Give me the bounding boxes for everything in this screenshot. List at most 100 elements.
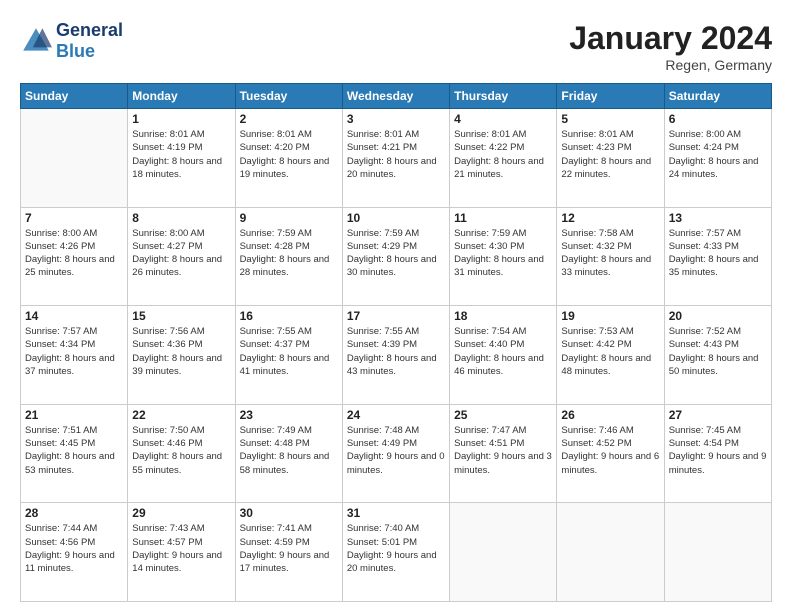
table-row: 18 Sunrise: 7:54 AM Sunset: 4:40 PM Dayli… <box>450 306 557 405</box>
logo-text: General Blue <box>56 20 123 62</box>
cell-sun-info: Sunrise: 7:57 AM Sunset: 4:34 PM Dayligh… <box>25 325 123 378</box>
calendar-week-row: 14Sunrise: 7:57 AM Sunset: 4:34 PM Dayli… <box>21 306 772 405</box>
table-row: 19 Sunrise: 7:53 AM Sunset: 4:42 PM Dayli… <box>557 306 664 405</box>
table-row: 20 Sunrise: 7:52 AM Sunset: 4:43 PM Dayli… <box>664 306 771 405</box>
table-row: 9 Sunrise: 7:59 AM Sunset: 4:28 PM Daylig… <box>235 207 342 306</box>
day-number: 23 <box>240 408 338 422</box>
col-thursday: Thursday <box>450 84 557 109</box>
cell-sun-info: Sunrise: 8:01 AM Sunset: 4:20 PM Dayligh… <box>240 128 338 181</box>
table-row <box>450 503 557 602</box>
page: General Blue January 2024 Regen, Germany… <box>0 0 792 612</box>
cell-sun-info: Sunrise: 7:49 AM Sunset: 4:48 PM Dayligh… <box>240 424 338 477</box>
cell-sun-info: Sunrise: 8:00 AM Sunset: 4:27 PM Dayligh… <box>132 227 230 280</box>
cell-sun-info: Sunrise: 7:54 AM Sunset: 4:40 PM Dayligh… <box>454 325 552 378</box>
cell-sun-info: Sunrise: 7:59 AM Sunset: 4:29 PM Dayligh… <box>347 227 445 280</box>
table-row: 24 Sunrise: 7:48 AM Sunset: 4:49 PM Dayli… <box>342 404 449 503</box>
day-number: 28 <box>25 506 123 520</box>
location: Regen, Germany <box>569 57 772 73</box>
table-row: 17 Sunrise: 7:55 AM Sunset: 4:39 PM Dayli… <box>342 306 449 405</box>
col-saturday: Saturday <box>664 84 771 109</box>
cell-sun-info: Sunrise: 7:47 AM Sunset: 4:51 PM Dayligh… <box>454 424 552 477</box>
day-number: 8 <box>132 211 230 225</box>
calendar-table: Sunday Monday Tuesday Wednesday Thursday… <box>20 83 772 602</box>
cell-sun-info: Sunrise: 8:01 AM Sunset: 4:23 PM Dayligh… <box>561 128 659 181</box>
table-row: 14Sunrise: 7:57 AM Sunset: 4:34 PM Dayli… <box>21 306 128 405</box>
table-row: 25 Sunrise: 7:47 AM Sunset: 4:51 PM Dayli… <box>450 404 557 503</box>
table-row: 10 Sunrise: 7:59 AM Sunset: 4:29 PM Dayli… <box>342 207 449 306</box>
day-number: 10 <box>347 211 445 225</box>
day-number: 22 <box>132 408 230 422</box>
cell-sun-info: Sunrise: 7:52 AM Sunset: 4:43 PM Dayligh… <box>669 325 767 378</box>
day-number: 15 <box>132 309 230 323</box>
cell-sun-info: Sunrise: 7:58 AM Sunset: 4:32 PM Dayligh… <box>561 227 659 280</box>
day-number: 16 <box>240 309 338 323</box>
day-number: 19 <box>561 309 659 323</box>
header: General Blue January 2024 Regen, Germany <box>20 20 772 73</box>
cell-sun-info: Sunrise: 7:59 AM Sunset: 4:28 PM Dayligh… <box>240 227 338 280</box>
cell-sun-info: Sunrise: 7:51 AM Sunset: 4:45 PM Dayligh… <box>25 424 123 477</box>
table-row: 6 Sunrise: 8:00 AM Sunset: 4:24 PM Daylig… <box>664 109 771 208</box>
day-number: 26 <box>561 408 659 422</box>
cell-sun-info: Sunrise: 7:44 AM Sunset: 4:56 PM Dayligh… <box>25 522 123 575</box>
day-number: 17 <box>347 309 445 323</box>
calendar-week-row: 7Sunrise: 8:00 AM Sunset: 4:26 PM Daylig… <box>21 207 772 306</box>
day-number: 24 <box>347 408 445 422</box>
cell-sun-info: Sunrise: 7:57 AM Sunset: 4:33 PM Dayligh… <box>669 227 767 280</box>
day-number: 29 <box>132 506 230 520</box>
cell-sun-info: Sunrise: 7:46 AM Sunset: 4:52 PM Dayligh… <box>561 424 659 477</box>
cell-sun-info: Sunrise: 7:45 AM Sunset: 4:54 PM Dayligh… <box>669 424 767 477</box>
calendar-header-row: Sunday Monday Tuesday Wednesday Thursday… <box>21 84 772 109</box>
table-row: 4 Sunrise: 8:01 AM Sunset: 4:22 PM Daylig… <box>450 109 557 208</box>
table-row: 28 Sunrise: 7:44 AM Sunset: 4:56 PM Dayli… <box>21 503 128 602</box>
table-row: 31 Sunrise: 7:40 AM Sunset: 5:01 PM Dayli… <box>342 503 449 602</box>
table-row: 5Sunrise: 8:01 AM Sunset: 4:23 PM Daylig… <box>557 109 664 208</box>
day-number: 4 <box>454 112 552 126</box>
table-row: 29 Sunrise: 7:43 AM Sunset: 4:57 PM Dayli… <box>128 503 235 602</box>
day-number: 1 <box>132 112 230 126</box>
day-number: 21 <box>25 408 123 422</box>
cell-sun-info: Sunrise: 7:56 AM Sunset: 4:36 PM Dayligh… <box>132 325 230 378</box>
table-row: 1 Sunrise: 8:01 AM Sunset: 4:19 PM Daylig… <box>128 109 235 208</box>
table-row: 13 Sunrise: 7:57 AM Sunset: 4:33 PM Dayli… <box>664 207 771 306</box>
day-number: 6 <box>669 112 767 126</box>
title-section: January 2024 Regen, Germany <box>569 20 772 73</box>
day-number: 31 <box>347 506 445 520</box>
col-sunday: Sunday <box>21 84 128 109</box>
logo: General Blue <box>20 20 123 62</box>
cell-sun-info: Sunrise: 8:01 AM Sunset: 4:22 PM Dayligh… <box>454 128 552 181</box>
cell-sun-info: Sunrise: 8:01 AM Sunset: 4:19 PM Dayligh… <box>132 128 230 181</box>
day-number: 9 <box>240 211 338 225</box>
cell-sun-info: Sunrise: 8:00 AM Sunset: 4:26 PM Dayligh… <box>25 227 123 280</box>
table-row: 2 Sunrise: 8:01 AM Sunset: 4:20 PM Daylig… <box>235 109 342 208</box>
day-number: 18 <box>454 309 552 323</box>
cell-sun-info: Sunrise: 7:40 AM Sunset: 5:01 PM Dayligh… <box>347 522 445 575</box>
table-row: 30Sunrise: 7:41 AM Sunset: 4:59 PM Dayli… <box>235 503 342 602</box>
col-monday: Monday <box>128 84 235 109</box>
calendar-week-row: 21 Sunrise: 7:51 AM Sunset: 4:45 PM Dayli… <box>21 404 772 503</box>
calendar-week-row: 1 Sunrise: 8:01 AM Sunset: 4:19 PM Daylig… <box>21 109 772 208</box>
table-row: 16Sunrise: 7:55 AM Sunset: 4:37 PM Dayli… <box>235 306 342 405</box>
day-number: 12 <box>561 211 659 225</box>
month-year: January 2024 <box>569 20 772 57</box>
cell-sun-info: Sunrise: 8:01 AM Sunset: 4:21 PM Dayligh… <box>347 128 445 181</box>
table-row: 21 Sunrise: 7:51 AM Sunset: 4:45 PM Dayli… <box>21 404 128 503</box>
cell-sun-info: Sunrise: 7:48 AM Sunset: 4:49 PM Dayligh… <box>347 424 445 477</box>
table-row <box>557 503 664 602</box>
cell-sun-info: Sunrise: 7:55 AM Sunset: 4:39 PM Dayligh… <box>347 325 445 378</box>
day-number: 2 <box>240 112 338 126</box>
col-tuesday: Tuesday <box>235 84 342 109</box>
cell-sun-info: Sunrise: 7:53 AM Sunset: 4:42 PM Dayligh… <box>561 325 659 378</box>
table-row: 12 Sunrise: 7:58 AM Sunset: 4:32 PM Dayli… <box>557 207 664 306</box>
cell-sun-info: Sunrise: 7:43 AM Sunset: 4:57 PM Dayligh… <box>132 522 230 575</box>
day-number: 25 <box>454 408 552 422</box>
col-wednesday: Wednesday <box>342 84 449 109</box>
calendar-week-row: 28 Sunrise: 7:44 AM Sunset: 4:56 PM Dayli… <box>21 503 772 602</box>
day-number: 13 <box>669 211 767 225</box>
table-row: 15 Sunrise: 7:56 AM Sunset: 4:36 PM Dayli… <box>128 306 235 405</box>
day-number: 20 <box>669 309 767 323</box>
table-row: 3Sunrise: 8:01 AM Sunset: 4:21 PM Daylig… <box>342 109 449 208</box>
day-number: 30 <box>240 506 338 520</box>
table-row <box>664 503 771 602</box>
table-row: 11Sunrise: 7:59 AM Sunset: 4:30 PM Dayli… <box>450 207 557 306</box>
cell-sun-info: Sunrise: 8:00 AM Sunset: 4:24 PM Dayligh… <box>669 128 767 181</box>
